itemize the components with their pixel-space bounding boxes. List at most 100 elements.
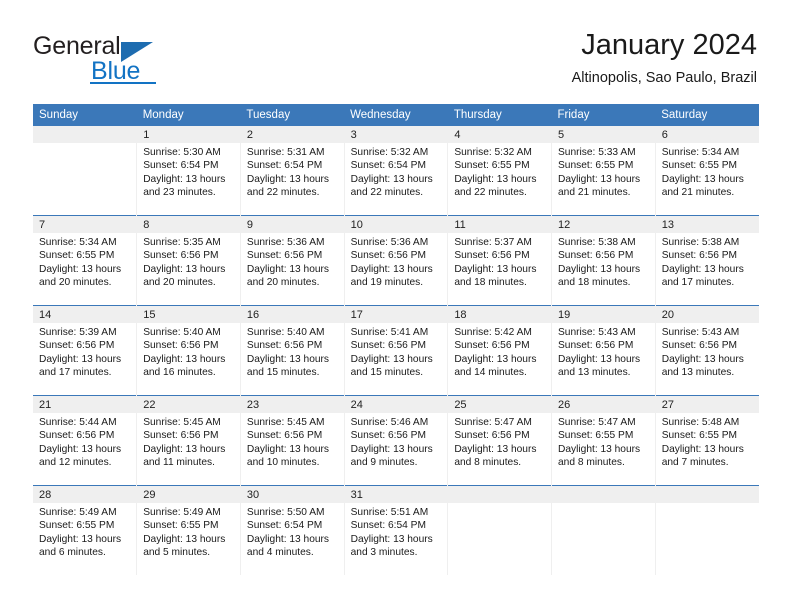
day-cell-details: Sunrise: 5:33 AM Sunset: 6:55 PM Daylight:…	[552, 143, 655, 199]
daylight-duration-line1: Daylight: 13 hours	[350, 263, 433, 275]
day-cell-inner: 16 Sunrise: 5:40 AM Sunset: 6:56 PM Dayligh…	[240, 306, 344, 395]
day-cell-inner: 25 Sunrise: 5:47 AM Sunset: 6:56 PM Dayligh…	[448, 396, 552, 485]
day-cell-details: Sunrise: 5:50 AM Sunset: 6:54 PM Daylight:…	[241, 503, 344, 559]
sunset-time: Sunset: 6:54 PM	[246, 520, 323, 532]
day-cell-details: Sunrise: 5:31 AM Sunset: 6:54 PM Daylight:…	[241, 143, 344, 199]
daylight-duration-line1: Daylight: 13 hours	[143, 173, 226, 185]
daylight-duration-line2: and 13 minutes.	[661, 366, 735, 378]
calendar-day-cell[interactable]	[551, 485, 656, 575]
calendar-day-cell[interactable]: 23 Sunrise: 5:45 AM Sunset: 6:56 PM Dayligh…	[240, 395, 345, 486]
day-cell-details: Sunrise: 5:39 AM Sunset: 6:56 PM Daylight:…	[33, 323, 136, 379]
day-number: 4	[448, 126, 552, 143]
day-number: 9	[240, 216, 344, 233]
daylight-duration-line1: Daylight: 13 hours	[558, 263, 641, 275]
day-number: 19	[552, 306, 655, 323]
calendar-day-cell[interactable]: 3 Sunrise: 5:32 AM Sunset: 6:54 PM Daylight…	[344, 126, 449, 216]
day-cell-inner: 10 Sunrise: 5:36 AM Sunset: 6:56 PM Dayligh…	[344, 216, 448, 305]
calendar-day-cell[interactable]	[33, 126, 138, 216]
calendar-day-cell[interactable]	[655, 485, 759, 575]
daylight-duration-line2: and 21 minutes.	[558, 186, 631, 198]
calendar-day-cell[interactable]: 5 Sunrise: 5:33 AM Sunset: 6:55 PM Daylight…	[551, 126, 656, 216]
sunset-time: Sunset: 6:55 PM	[558, 160, 634, 172]
sunset-time: Sunset: 6:56 PM	[558, 340, 634, 352]
daylight-duration-line1: Daylight: 13 hours	[246, 263, 330, 275]
calendar-day-cell[interactable]: 25 Sunrise: 5:47 AM Sunset: 6:56 PM Dayligh…	[447, 395, 553, 486]
sunrise-time: Sunrise: 5:38 AM	[661, 237, 740, 248]
daylight-duration-line2: and 8 minutes.	[558, 456, 625, 468]
daylight-duration-line2: and 8 minutes.	[454, 456, 522, 468]
calendar-day-cell[interactable]: 13 Sunrise: 5:38 AM Sunset: 6:56 PM Dayligh…	[655, 215, 759, 306]
day-cell-details: Sunrise: 5:44 AM Sunset: 6:56 PM Daylight:…	[33, 413, 136, 469]
calendar-day-cell[interactable]: 21 Sunrise: 5:44 AM Sunset: 6:56 PM Dayligh…	[33, 395, 138, 486]
daylight-duration-line1: Daylight: 13 hours	[661, 263, 744, 275]
calendar-day-cell[interactable]: 22 Sunrise: 5:45 AM Sunset: 6:56 PM Dayligh…	[136, 395, 241, 486]
sunset-time: Sunset: 6:56 PM	[350, 340, 426, 352]
day-cell-inner: 9 Sunrise: 5:36 AM Sunset: 6:56 PM Daylight…	[240, 216, 344, 305]
calendar-day-cell[interactable]: 31 Sunrise: 5:51 AM Sunset: 6:54 PM Dayligh…	[344, 485, 449, 575]
calendar-day-cell[interactable]: 29 Sunrise: 5:49 AM Sunset: 6:55 PM Dayligh…	[136, 485, 241, 575]
calendar-day-cell[interactable]: 30 Sunrise: 5:50 AM Sunset: 6:54 PM Dayligh…	[240, 485, 345, 575]
calendar-day-cell[interactable]: 12 Sunrise: 5:38 AM Sunset: 6:56 PM Dayligh…	[551, 215, 656, 306]
calendar-day-cell[interactable]: 10 Sunrise: 5:36 AM Sunset: 6:56 PM Dayligh…	[344, 215, 449, 306]
day-number: 12	[552, 216, 655, 233]
calendar-day-cell[interactable]	[447, 485, 553, 575]
day-cell-inner	[552, 486, 655, 575]
sunrise-time: Sunrise: 5:45 AM	[143, 417, 221, 428]
day-cell-details: Sunrise: 5:38 AM Sunset: 6:56 PM Daylight:…	[552, 233, 655, 289]
day-cell-inner: 15 Sunrise: 5:40 AM Sunset: 6:56 PM Dayligh…	[137, 306, 240, 395]
daylight-duration-line2: and 6 minutes.	[39, 546, 106, 558]
calendar-day-cell[interactable]: 27 Sunrise: 5:48 AM Sunset: 6:55 PM Dayligh…	[655, 395, 759, 486]
daylight-duration-line1: Daylight: 13 hours	[246, 533, 330, 545]
daylight-duration-line2: and 13 minutes.	[558, 366, 631, 378]
calendar-day-cell[interactable]: 2 Sunrise: 5:31 AM Sunset: 6:54 PM Daylight…	[240, 126, 345, 216]
day-cell-inner: 4 Sunrise: 5:32 AM Sunset: 6:55 PM Daylight…	[448, 126, 552, 215]
calendar-day-cell[interactable]: 28 Sunrise: 5:49 AM Sunset: 6:55 PM Dayligh…	[33, 485, 138, 575]
page-header: General Blue January 2024 Altinopolis, S…	[33, 28, 757, 96]
daylight-duration-line2: and 11 minutes.	[143, 456, 215, 468]
calendar-day-cell[interactable]: 26 Sunrise: 5:47 AM Sunset: 6:55 PM Dayligh…	[551, 395, 656, 486]
day-cell-details: Sunrise: 5:40 AM Sunset: 6:56 PM Daylight:…	[241, 323, 344, 379]
calendar-day-cell[interactable]: 1 Sunrise: 5:30 AM Sunset: 6:54 PM Daylight…	[136, 126, 241, 216]
calendar-day-cell[interactable]: 4 Sunrise: 5:32 AM Sunset: 6:55 PM Daylight…	[447, 126, 553, 216]
sunset-time: Sunset: 6:55 PM	[39, 250, 115, 262]
calendar-day-cell[interactable]: 20 Sunrise: 5:43 AM Sunset: 6:56 PM Dayligh…	[655, 305, 759, 396]
daylight-duration-line2: and 14 minutes.	[454, 366, 527, 378]
daylight-duration-line1: Daylight: 13 hours	[661, 353, 744, 365]
calendar-day-cell[interactable]: 17 Sunrise: 5:41 AM Sunset: 6:56 PM Dayligh…	[344, 305, 449, 396]
day-number: 28	[33, 486, 137, 503]
daylight-duration-line2: and 18 minutes.	[454, 276, 527, 288]
calendar-day-cell[interactable]: 24 Sunrise: 5:46 AM Sunset: 6:56 PM Dayligh…	[344, 395, 449, 486]
day-cell-inner	[448, 486, 552, 575]
day-cell-inner: 31 Sunrise: 5:51 AM Sunset: 6:54 PM Dayligh…	[344, 486, 448, 575]
calendar-day-cell[interactable]: 6 Sunrise: 5:34 AM Sunset: 6:55 PM Daylight…	[655, 126, 759, 216]
calendar-day-cell[interactable]: 7 Sunrise: 5:34 AM Sunset: 6:55 PM Daylight…	[33, 215, 138, 306]
sunrise-time: Sunrise: 5:34 AM	[39, 237, 117, 248]
daylight-duration-line2: and 20 minutes.	[246, 276, 320, 288]
calendar-day-cell[interactable]: 14 Sunrise: 5:39 AM Sunset: 6:56 PM Dayligh…	[33, 305, 138, 396]
calendar-day-cell[interactable]: 15 Sunrise: 5:40 AM Sunset: 6:56 PM Dayligh…	[136, 305, 241, 396]
day-number: 29	[137, 486, 240, 503]
day-number: 17	[344, 306, 448, 323]
daylight-duration-line1: Daylight: 13 hours	[246, 443, 330, 455]
daylight-duration-line2: and 15 minutes.	[246, 366, 320, 378]
general-blue-logo[interactable]: General Blue	[33, 32, 243, 90]
calendar-day-cell[interactable]: 16 Sunrise: 5:40 AM Sunset: 6:56 PM Dayligh…	[240, 305, 345, 396]
calendar-day-cell[interactable]: 18 Sunrise: 5:42 AM Sunset: 6:56 PM Dayligh…	[447, 305, 553, 396]
calendar-week-row: 7 Sunrise: 5:34 AM Sunset: 6:55 PM Daylight…	[33, 215, 759, 306]
daylight-duration-line1: Daylight: 13 hours	[454, 263, 537, 275]
day-cell-inner: 18 Sunrise: 5:42 AM Sunset: 6:56 PM Dayligh…	[448, 306, 552, 395]
day-cell-inner: 30 Sunrise: 5:50 AM Sunset: 6:54 PM Dayligh…	[240, 486, 344, 575]
calendar-day-cell[interactable]: 8 Sunrise: 5:35 AM Sunset: 6:56 PM Daylight…	[136, 215, 241, 306]
day-number: 11	[448, 216, 552, 233]
weekday-header-thursday: Thursday	[447, 104, 552, 126]
calendar-day-cell[interactable]: 19 Sunrise: 5:43 AM Sunset: 6:56 PM Dayligh…	[551, 305, 656, 396]
calendar-day-cell[interactable]: 9 Sunrise: 5:36 AM Sunset: 6:56 PM Daylight…	[240, 215, 345, 306]
sunset-time: Sunset: 6:56 PM	[350, 250, 426, 262]
sunrise-time: Sunrise: 5:38 AM	[558, 237, 636, 248]
day-cell-inner: 7 Sunrise: 5:34 AM Sunset: 6:55 PM Daylight…	[33, 216, 137, 305]
day-cell-details: Sunrise: 5:49 AM Sunset: 6:55 PM Daylight:…	[33, 503, 136, 559]
day-cell-inner: 22 Sunrise: 5:45 AM Sunset: 6:56 PM Dayligh…	[137, 396, 240, 485]
day-cell-details: Sunrise: 5:40 AM Sunset: 6:56 PM Daylight:…	[137, 323, 240, 379]
calendar-day-cell[interactable]: 11 Sunrise: 5:37 AM Sunset: 6:56 PM Dayligh…	[447, 215, 553, 306]
sunset-time: Sunset: 6:56 PM	[661, 340, 738, 352]
